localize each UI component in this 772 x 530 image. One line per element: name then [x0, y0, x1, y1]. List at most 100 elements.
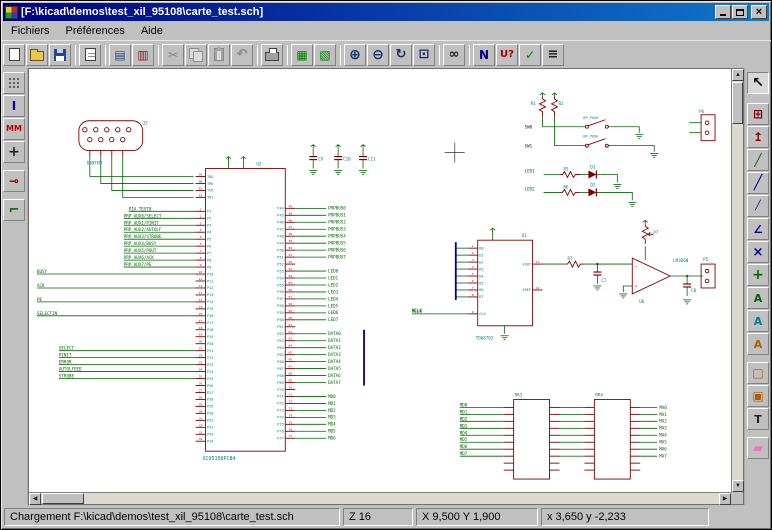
horizontal-scroll-track[interactable]	[84, 493, 719, 504]
paste-button[interactable]	[208, 44, 230, 66]
svg-text:P29: P29	[207, 405, 213, 409]
horizontal-scrollbar[interactable]: ◀ ▶	[29, 492, 731, 504]
svg-text:MD5: MD5	[460, 437, 468, 442]
place-junction-button[interactable]: +	[747, 264, 769, 286]
erc-button[interactable]: ✓	[519, 44, 541, 66]
hidden-pins-button[interactable]: ⊸	[3, 170, 25, 192]
zoom-fit-button[interactable]: ⊡	[413, 44, 435, 66]
zoom-out-button[interactable]: ⊖	[367, 44, 389, 66]
place-wire-icon: ╱	[754, 154, 761, 166]
find-button[interactable]: ∞	[443, 44, 465, 66]
place-global-label-button[interactable]: A	[747, 310, 769, 332]
svg-text:U1: U1	[522, 233, 528, 238]
close-button[interactable]: ×	[751, 5, 767, 19]
save-schematic-button[interactable]	[49, 44, 71, 66]
svg-text:5: 5	[200, 235, 202, 239]
svg-text:P10: P10	[207, 272, 213, 276]
vertical-scrollbar[interactable]: ▲ ▼	[731, 69, 743, 492]
cursor-icon: ↖	[752, 76, 764, 90]
svg-text:C7: C7	[601, 278, 607, 283]
svg-text:P11: P11	[207, 279, 213, 283]
svg-text:P25: P25	[207, 377, 213, 381]
scroll-down-button[interactable]: ▼	[732, 480, 744, 492]
bus-to-bus-entry-button[interactable]: ∠	[747, 218, 769, 240]
cursor-button[interactable]: ↖	[747, 72, 769, 94]
grid-toggle-button[interactable]	[3, 72, 25, 94]
cursor-shape-button[interactable]: +	[3, 141, 25, 163]
restore-button[interactable]	[732, 5, 748, 19]
annotate-button[interactable]: U?	[496, 44, 518, 66]
open-schematic-icon	[30, 51, 44, 61]
schematic-canvas[interactable]: J2DB9FEMU2XC95108PC84U1TDA8702LM386NU6P7…	[29, 69, 731, 492]
svg-text:PRP_AUX3/STROBE: PRP_AUX3/STROBE	[124, 234, 162, 239]
svg-text:62: 62	[199, 193, 203, 197]
leave-sheet-icon: ▥	[137, 49, 148, 61]
svg-text:72: 72	[288, 399, 292, 403]
run-pcbnew-button[interactable]: ▧	[314, 44, 336, 66]
svg-text:P4: P4	[207, 231, 211, 235]
svg-text:P3: P3	[207, 224, 211, 228]
svg-text:MD7: MD7	[460, 451, 468, 456]
scroll-up-button[interactable]: ▲	[732, 69, 744, 81]
units-inches-button[interactable]: I	[3, 95, 25, 117]
place-wire-button[interactable]: ╱	[747, 149, 769, 171]
place-text-button[interactable]: T	[747, 408, 769, 430]
svg-text:XC95108PC84: XC95108PC84	[203, 456, 236, 462]
menu-prfrences[interactable]: Préférences	[58, 23, 133, 39]
open-schematic-button[interactable]	[26, 44, 48, 66]
place-bus-icon: ╱	[754, 176, 762, 190]
svg-text:P31: P31	[207, 419, 213, 423]
new-schematic-button[interactable]	[3, 44, 25, 66]
svg-text:J2: J2	[143, 121, 149, 126]
zoom-in-button[interactable]: ⊕	[344, 44, 366, 66]
svg-text:P22: P22	[207, 356, 213, 360]
place-hierarchical-sheet-button[interactable]: □	[747, 362, 769, 384]
undo-button[interactable]: ↶	[231, 44, 253, 66]
copy-button[interactable]	[185, 44, 207, 66]
delete-items-button[interactable]: ▰	[747, 437, 769, 459]
svg-text:LED0: LED0	[328, 268, 339, 273]
svg-text:LM386N: LM386N	[673, 258, 689, 263]
bus-to-bus-entry-icon: ∠	[753, 224, 763, 235]
place-component-button[interactable]: ⊞	[747, 103, 769, 125]
place-sheet-pin-button[interactable]: ▣	[747, 385, 769, 407]
place-power-port-button[interactable]: ↥	[747, 126, 769, 148]
svg-text:P17: P17	[207, 321, 213, 325]
svg-text:P28: P28	[207, 398, 213, 402]
menu-fichiers[interactable]: Fichiers	[3, 23, 58, 39]
units-mm-button[interactable]: MM	[3, 118, 25, 140]
zoom-redraw-button[interactable]: ↻	[390, 44, 412, 66]
horizontal-scroll-thumb[interactable]	[42, 493, 84, 504]
svg-text:P34: P34	[207, 440, 213, 444]
paste-icon	[214, 48, 224, 61]
place-text-icon: T	[754, 414, 762, 425]
hierarchy-navigator-button[interactable]: ▤	[109, 44, 131, 66]
leave-sheet-button[interactable]: ▥	[132, 44, 154, 66]
scroll-right-button[interactable]: ▶	[719, 493, 731, 505]
place-net-label-button[interactable]: A	[747, 287, 769, 309]
scroll-left-button[interactable]: ◀	[29, 493, 41, 505]
run-cvpcb-button[interactable]: ▦	[291, 44, 313, 66]
svg-text:20: 20	[199, 340, 203, 344]
menu-aide[interactable]: Aide	[133, 23, 171, 39]
svg-text:P58: P58	[277, 304, 283, 308]
svg-text:DATA2: DATA2	[328, 345, 341, 350]
bom-button[interactable]: ≡	[542, 44, 564, 66]
svg-text:P12: P12	[207, 286, 213, 290]
place-bus-button[interactable]: ╱	[747, 172, 769, 194]
place-hierarchical-label-button[interactable]: A	[747, 333, 769, 355]
cut-button[interactable]: ✂	[162, 44, 184, 66]
annotate-icon: U?	[500, 50, 514, 60]
vertical-scroll-track[interactable]	[732, 124, 743, 480]
svg-text:P8: P8	[207, 258, 211, 262]
netlist-button[interactable]: N	[473, 44, 495, 66]
hv-wire-orientation-button[interactable]: ⌐	[3, 199, 25, 221]
print-button[interactable]	[261, 44, 283, 66]
svg-text:P5: P5	[207, 237, 211, 241]
page-settings-button[interactable]	[79, 44, 101, 66]
vertical-scroll-thumb[interactable]	[732, 82, 743, 124]
svg-text:P74: P74	[277, 416, 283, 420]
no-connect-flag-button[interactable]: ×	[747, 241, 769, 263]
wire-to-bus-entry-button[interactable]: ╱	[747, 195, 769, 217]
minimize-button[interactable]	[715, 5, 731, 19]
